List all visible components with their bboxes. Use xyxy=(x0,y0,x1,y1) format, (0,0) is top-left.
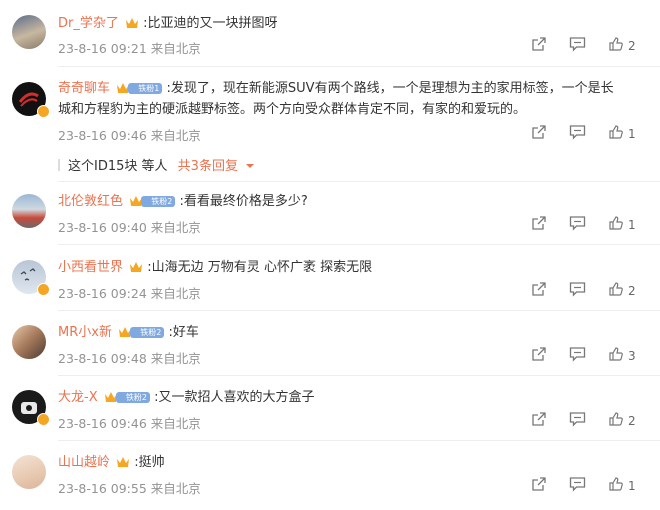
chevron-down-icon xyxy=(246,164,255,168)
comment-time: 23-8-16 09:46 xyxy=(58,416,147,431)
share-icon[interactable] xyxy=(531,36,547,56)
divider xyxy=(58,310,660,311)
comment-text: :看看最终价格是多少? xyxy=(179,194,308,209)
thumbs-up-icon[interactable] xyxy=(608,411,624,431)
comment-time: 23-8-16 09:46 xyxy=(58,128,147,143)
comment-location: 来自北京 xyxy=(150,481,201,496)
crown-badge-icon xyxy=(126,18,138,28)
comment-time: 23-8-16 09:21 xyxy=(58,41,147,56)
username[interactable]: MR小x新 xyxy=(58,325,112,340)
share-icon[interactable] xyxy=(531,124,547,144)
avatar[interactable] xyxy=(12,325,46,359)
comment-time: 23-8-16 09:24 xyxy=(58,286,147,301)
username[interactable]: Dr_学杂了 xyxy=(58,16,119,31)
username[interactable]: 奇奇聊车 xyxy=(58,81,110,96)
share-icon[interactable] xyxy=(531,215,547,235)
comment-time: 23-8-16 09:48 xyxy=(58,351,147,366)
reply-suffix: 等人 xyxy=(137,159,168,174)
divider xyxy=(58,66,660,67)
fan-level-badge: 铁粉2 xyxy=(130,327,165,338)
thumbs-up-icon[interactable] xyxy=(608,36,624,56)
share-icon[interactable] xyxy=(531,281,547,301)
comment-location: 来自北京 xyxy=(150,220,201,235)
thumbs-up-icon[interactable] xyxy=(608,476,624,496)
comment-icon[interactable] xyxy=(569,215,586,235)
avatar[interactable] xyxy=(12,194,46,228)
username[interactable]: 大龙-X xyxy=(58,390,98,405)
divider xyxy=(58,181,660,182)
like-count: 2 xyxy=(628,39,636,53)
comment-text: :比亚迪的又一块拼图呀 xyxy=(143,16,278,31)
reply-bar xyxy=(58,159,60,171)
comment-icon[interactable] xyxy=(569,476,586,496)
comment-time: 23-8-16 09:40 xyxy=(58,220,147,235)
comment-icon[interactable] xyxy=(569,281,586,301)
thumbs-up-icon[interactable] xyxy=(608,346,624,366)
comment-text: :又一款招人喜欢的大方盒子 xyxy=(154,390,315,405)
comment-text-continued: 城和方程豹为主的硬派越野标签。两个方向受众群体肯定不同，有家的和爱玩的。 xyxy=(58,102,527,117)
username[interactable]: 山山越岭 xyxy=(58,455,110,470)
like-count: 2 xyxy=(628,284,636,298)
comment-icon[interactable] xyxy=(569,36,586,56)
like-count: 1 xyxy=(628,218,636,232)
share-icon[interactable] xyxy=(531,346,547,366)
comment-time: 23-8-16 09:55 xyxy=(58,481,147,496)
comment-text: :挺帅 xyxy=(134,455,165,470)
thumbs-up-icon[interactable] xyxy=(608,281,624,301)
share-icon[interactable] xyxy=(531,411,547,431)
divider xyxy=(58,375,660,376)
thumbs-up-icon[interactable] xyxy=(608,124,624,144)
divider xyxy=(58,244,660,245)
comment-icon[interactable] xyxy=(569,346,586,366)
avatar[interactable] xyxy=(12,455,46,489)
verified-v-icon xyxy=(37,283,50,296)
reply-expand-link[interactable]: 这个ID15块 等人 共3条回复 xyxy=(58,155,255,174)
comment-icon[interactable] xyxy=(569,124,586,144)
reply-count[interactable]: 共3条回复 xyxy=(178,159,238,174)
comment-text: :山海无边 万物有灵 心怀广袤 探索无限 xyxy=(147,260,373,275)
comment-text: :好车 xyxy=(168,325,199,340)
comment-location: 来自北京 xyxy=(150,416,201,431)
fan-level-badge: 铁粉2 xyxy=(141,196,176,207)
reply-users[interactable]: 这个ID15块 xyxy=(68,159,137,174)
comment-location: 来自北京 xyxy=(150,41,201,56)
verified-v-icon xyxy=(37,105,50,118)
comment-location: 来自北京 xyxy=(150,351,201,366)
comment-text: :发现了，现在新能源SUV有两个路线，一个是理想为主的家用标签，一个是长 xyxy=(166,81,614,96)
like-count: 1 xyxy=(628,127,636,141)
comment-location: 来自北京 xyxy=(150,128,201,143)
crown-badge-icon xyxy=(130,262,143,272)
thumbs-up-icon[interactable] xyxy=(608,215,624,235)
divider xyxy=(58,440,660,441)
share-icon[interactable] xyxy=(531,476,547,496)
comment-location: 来自北京 xyxy=(150,286,201,301)
like-count: 1 xyxy=(628,479,636,493)
avatar[interactable] xyxy=(12,15,46,49)
verified-v-icon xyxy=(37,413,50,426)
fan-level-badge: 铁粉1 xyxy=(128,83,163,94)
username[interactable]: 北伦敦红色 xyxy=(58,194,123,209)
crown-badge-icon xyxy=(117,457,130,467)
like-count: 3 xyxy=(628,349,636,363)
username[interactable]: 小西看世界 xyxy=(58,260,123,275)
fan-level-badge: 铁粉2 xyxy=(115,392,150,403)
comment-icon[interactable] xyxy=(569,411,586,431)
like-count: 2 xyxy=(628,414,636,428)
